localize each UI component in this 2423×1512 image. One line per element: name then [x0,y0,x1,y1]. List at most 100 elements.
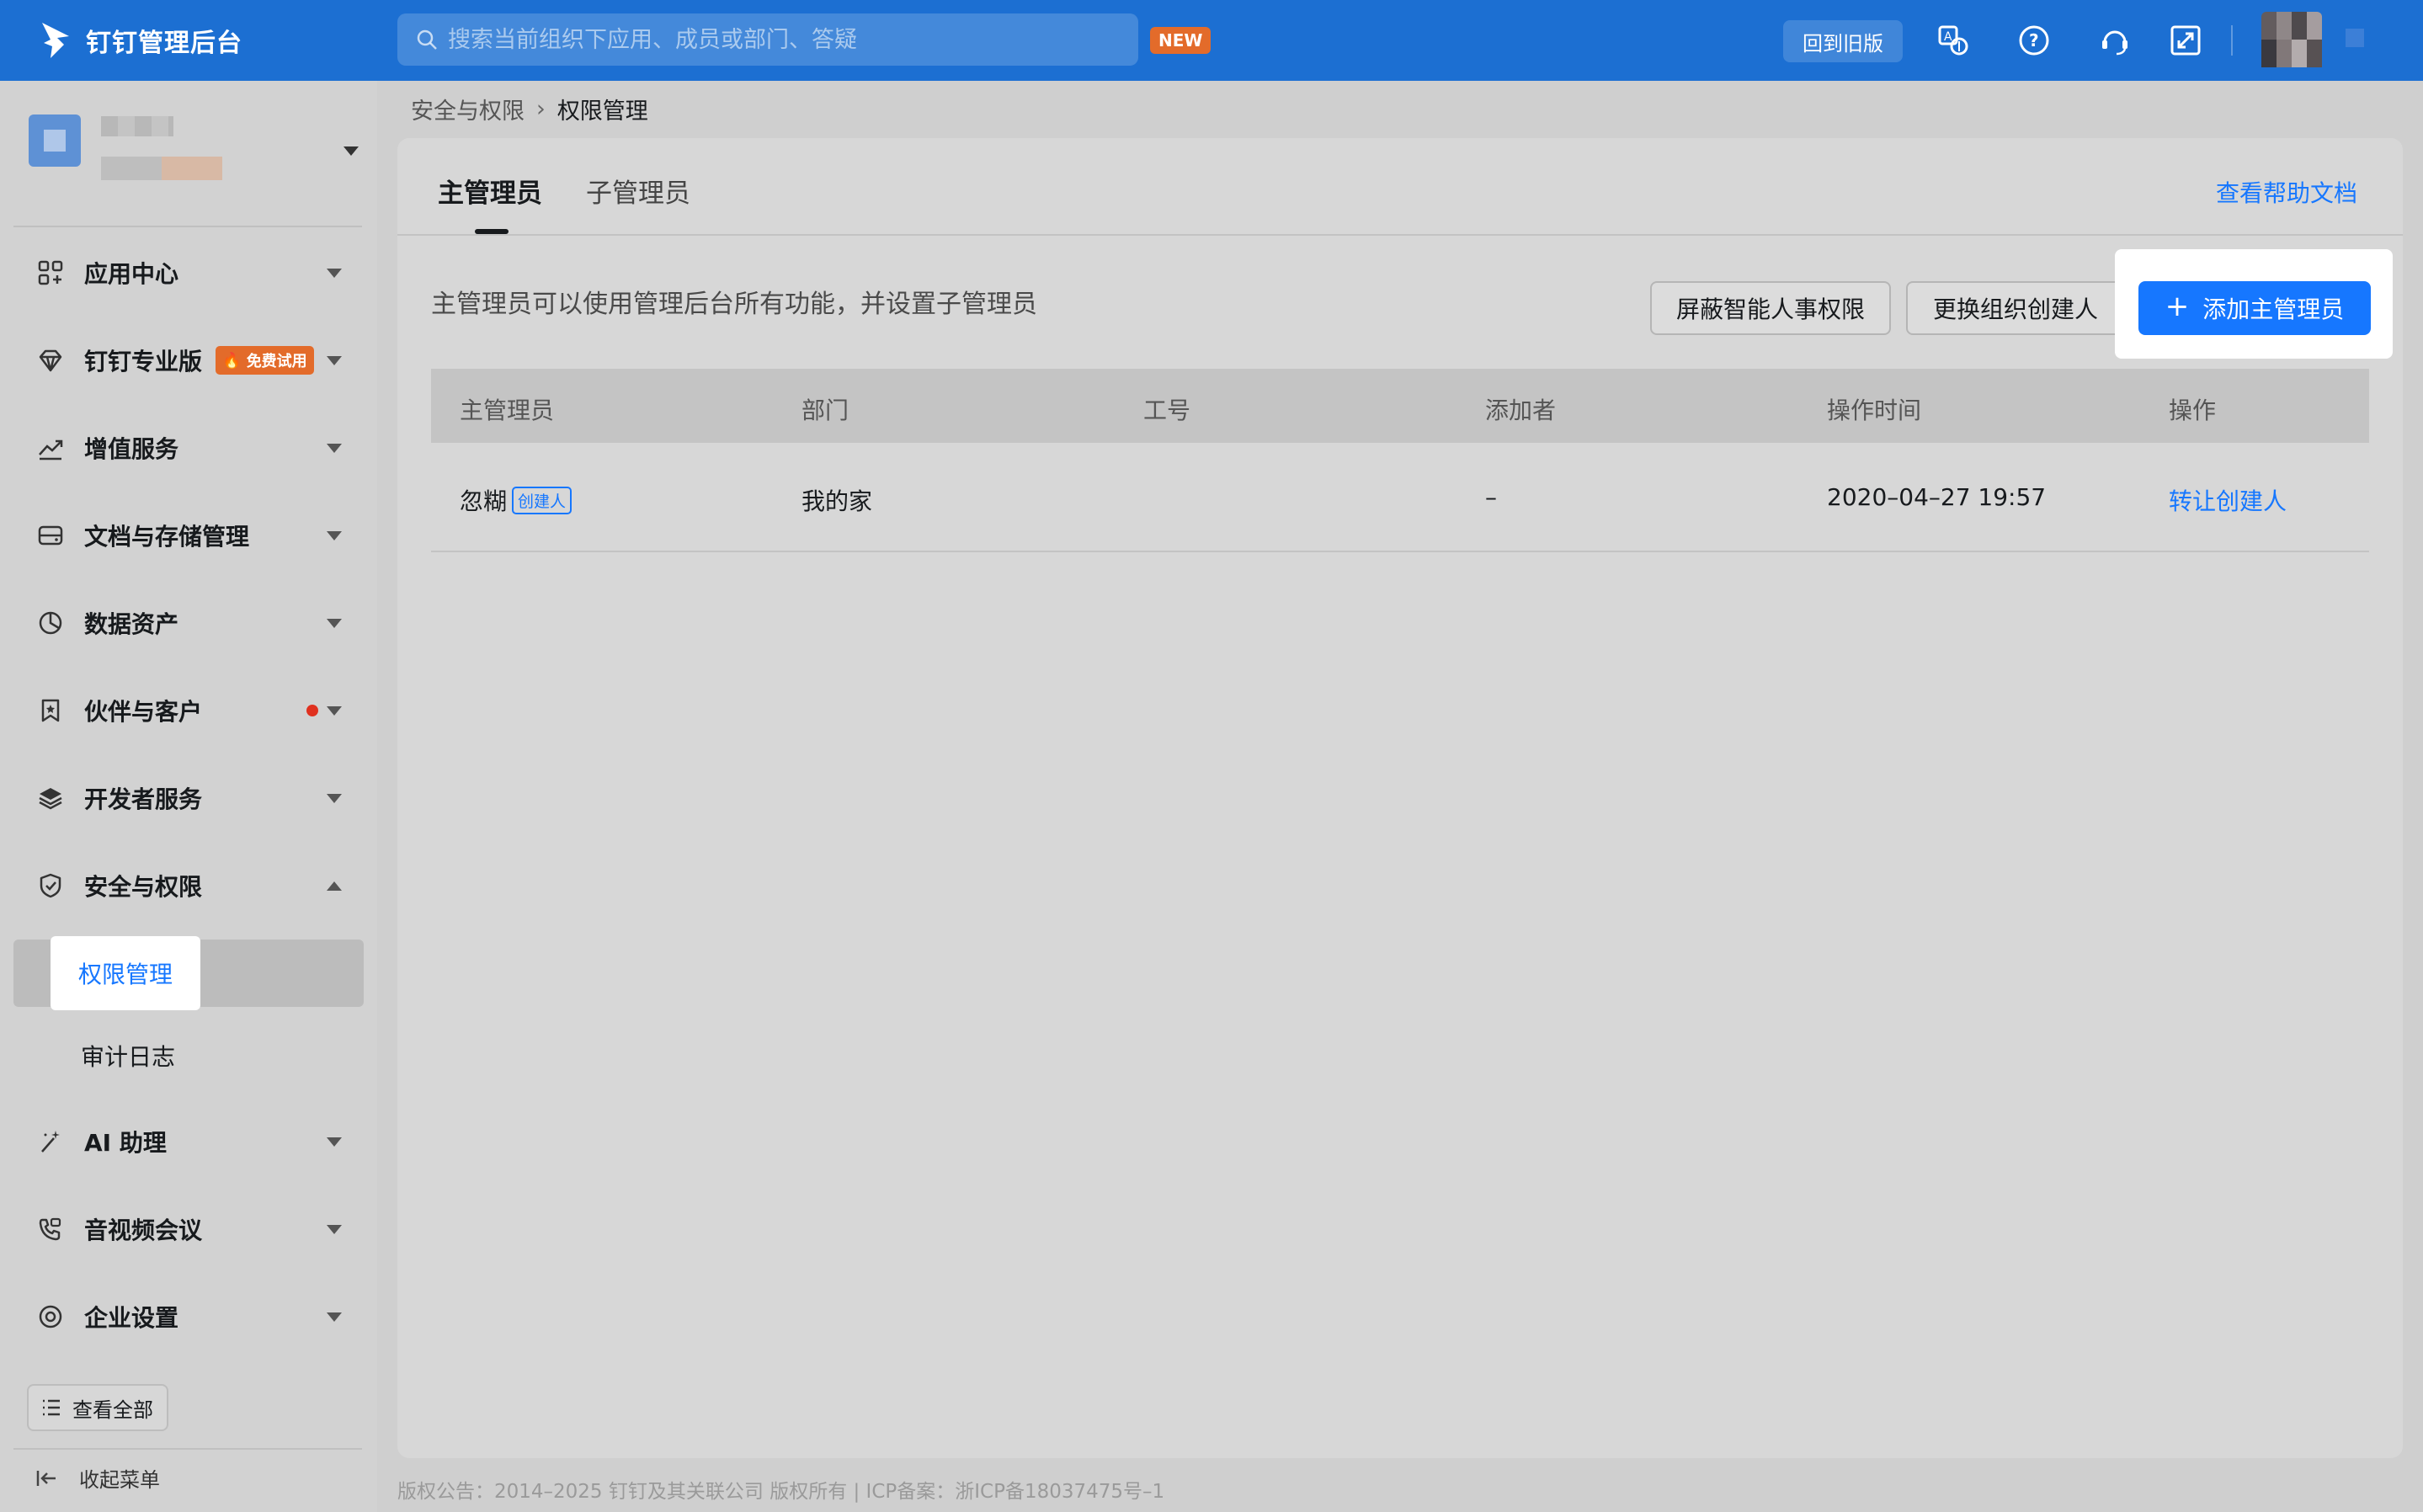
old-version-button[interactable]: 回到旧版 [1783,20,1903,62]
app-title: 钉钉管理后台 [86,29,242,58]
sidebar-item-meetings[interactable]: 音视频会议 [13,1195,362,1263]
pie-chart-icon [35,608,66,638]
operation-time-cell: 2020–04–27 19:57 [1827,483,2047,511]
sidebar-item-label: 增值服务 [84,435,179,463]
sidebar-item-security[interactable]: 安全与权限 [13,852,362,919]
sidebar-item-label: 应用中心 [84,260,179,288]
sidebar-item-label: 开发者服务 [84,785,203,813]
bookmark-icon [35,695,66,726]
added-by-cell: – [1485,483,1497,511]
phone-video-icon [35,1214,66,1244]
free-trial-badge: 🔥 免费试用 [216,346,314,375]
chevron-down-icon [327,443,342,453]
user-avatar[interactable] [2261,12,2322,67]
notification-dot [306,705,318,716]
list-icon [43,1399,60,1416]
page-description: 主管理员可以使用管理后台所有功能，并设置子管理员 [431,290,1037,319]
sidebar-item-partners[interactable]: 伙伴与客户 [13,677,362,744]
column-header: 操作时间 [1827,397,1922,424]
block-hr-permission-button[interactable]: 屏蔽智能人事权限 [1650,281,1891,335]
department-cell: 我的家 [801,487,873,515]
diamond-icon [35,345,66,375]
translate-icon[interactable]: A [1935,22,1972,59]
breadcrumb-current: 权限管理 [556,98,648,125]
help-circle-icon[interactable]: ? [2016,22,2053,59]
column-header: 工号 [1143,397,1191,424]
toolbar-divider [2231,25,2233,56]
breadcrumb-parent[interactable]: 安全与权限 [411,93,525,125]
tab-sub-admin[interactable]: 子管理员 [586,172,690,210]
sidebar-item-label: 安全与权限 [84,873,203,901]
collapse-label: 收起菜单 [79,1468,160,1492]
view-all-button[interactable]: 查看全部 [27,1384,168,1431]
chevron-up-icon [327,881,342,891]
chevron-right-icon: › [536,96,546,122]
add-main-admin-label: 添加主管理员 [2202,295,2345,323]
tab-main-admin[interactable]: 主管理员 [438,172,542,210]
breadcrumb: 安全与权限 › 权限管理 [411,93,648,125]
magic-wand-icon [35,1126,66,1157]
sidebar-item-enterprise-settings[interactable]: 企业设置 [13,1283,362,1350]
change-creator-button[interactable]: 更换组织创建人 [1906,281,2125,335]
collapse-menu-button[interactable]: 收起菜单 [34,1463,160,1493]
chevron-down-icon [327,355,342,365]
column-header: 部门 [801,397,849,424]
org-sub-blurred [101,157,222,180]
table-row: 忽糊 创建人 我的家 – 2020–04–27 19:57 转让创建人 [431,443,2369,552]
sidebar-item-label: 数据资产 [84,610,179,638]
chevron-down-icon [327,268,342,278]
footer-copyright: 版权公告：2014–2025 钉钉及其关联公司 版权所有 | ICP备案：浙IC… [397,1481,1165,1503]
sidebar-subitem-audit-log[interactable]: 审计日志 [81,1039,175,1073]
app-logo[interactable]: 钉钉管理后台 [39,17,242,64]
chevron-down-icon [327,705,342,716]
chevron-down-icon [327,530,342,540]
chevron-down-icon[interactable] [343,146,359,156]
chevron-down-icon [327,793,342,803]
storage-icon [35,520,66,551]
chevron-down-icon [327,618,342,628]
chevron-down-icon [327,1137,342,1147]
sidebar-item-label: 音视频会议 [84,1217,203,1244]
sidebar-item-pro[interactable]: 钉钉专业版 🔥 免费试用 [13,327,362,394]
shield-icon [35,870,66,901]
sidebar-divider [13,226,362,227]
table-header: 主管理员 部门 工号 添加者 操作时间 操作 [431,369,2369,443]
sidebar-item-label: AI 助理 [84,1129,167,1157]
sidebar-item-label: 伙伴与客户 [84,698,203,726]
collapse-icon [36,1470,56,1486]
user-name-blurred [2346,29,2364,47]
search-input[interactable] [448,26,1121,53]
global-search[interactable] [397,13,1138,66]
headset-icon[interactable] [2096,22,2133,59]
sidebar-item-storage[interactable]: 文档与存储管理 [13,502,362,569]
help-docs-link[interactable]: 查看帮助文档 [2216,175,2357,209]
svg-text:A: A [1944,30,1952,44]
sidebar-item-ai-assistant[interactable]: AI 助理 [13,1108,362,1175]
tab-divider [397,234,2403,236]
sidebar-item-label: 文档与存储管理 [84,523,250,551]
svg-text:?: ? [2029,30,2039,51]
sidebar-item-app-center[interactable]: 应用中心 [13,239,362,306]
apps-grid-icon [35,258,66,288]
sidebar-item-value-added[interactable]: 增值服务 [13,414,362,482]
column-header: 添加者 [1485,397,1557,424]
admin-name-cell: 忽糊 创建人 [460,483,572,517]
sidebar: 应用中心 钉钉专业版 🔥 免费试用 增值服务 文档与存储管理 数据资产 伙伴与客… [0,81,377,1512]
sidebar-item-label: 钉钉专业版 [84,348,203,375]
sidebar-item-data-assets[interactable]: 数据资产 [13,589,362,657]
new-badge: NEW [1150,27,1212,54]
plus-icon: + [2165,290,2190,323]
sidebar-item-developer[interactable]: 开发者服务 [13,764,362,832]
layers-icon [35,783,66,813]
main-card: 主管理员 子管理员 查看帮助文档 主管理员可以使用管理后台所有功能，并设置子管理… [397,138,2403,1458]
admin-name: 忽糊 [460,487,508,515]
column-header: 主管理员 [460,397,555,424]
transfer-creator-link[interactable]: 转让创建人 [2169,483,2287,517]
search-icon [417,29,437,50]
fullscreen-icon[interactable] [2167,22,2204,59]
column-header: 操作 [2169,397,2217,424]
sidebar-subitem-permission-management[interactable]: 权限管理 [51,936,200,1010]
add-main-admin-button[interactable]: + 添加主管理员 [2138,281,2371,335]
creator-tag: 创建人 [512,487,572,514]
dingtalk-logo-icon [42,23,69,58]
